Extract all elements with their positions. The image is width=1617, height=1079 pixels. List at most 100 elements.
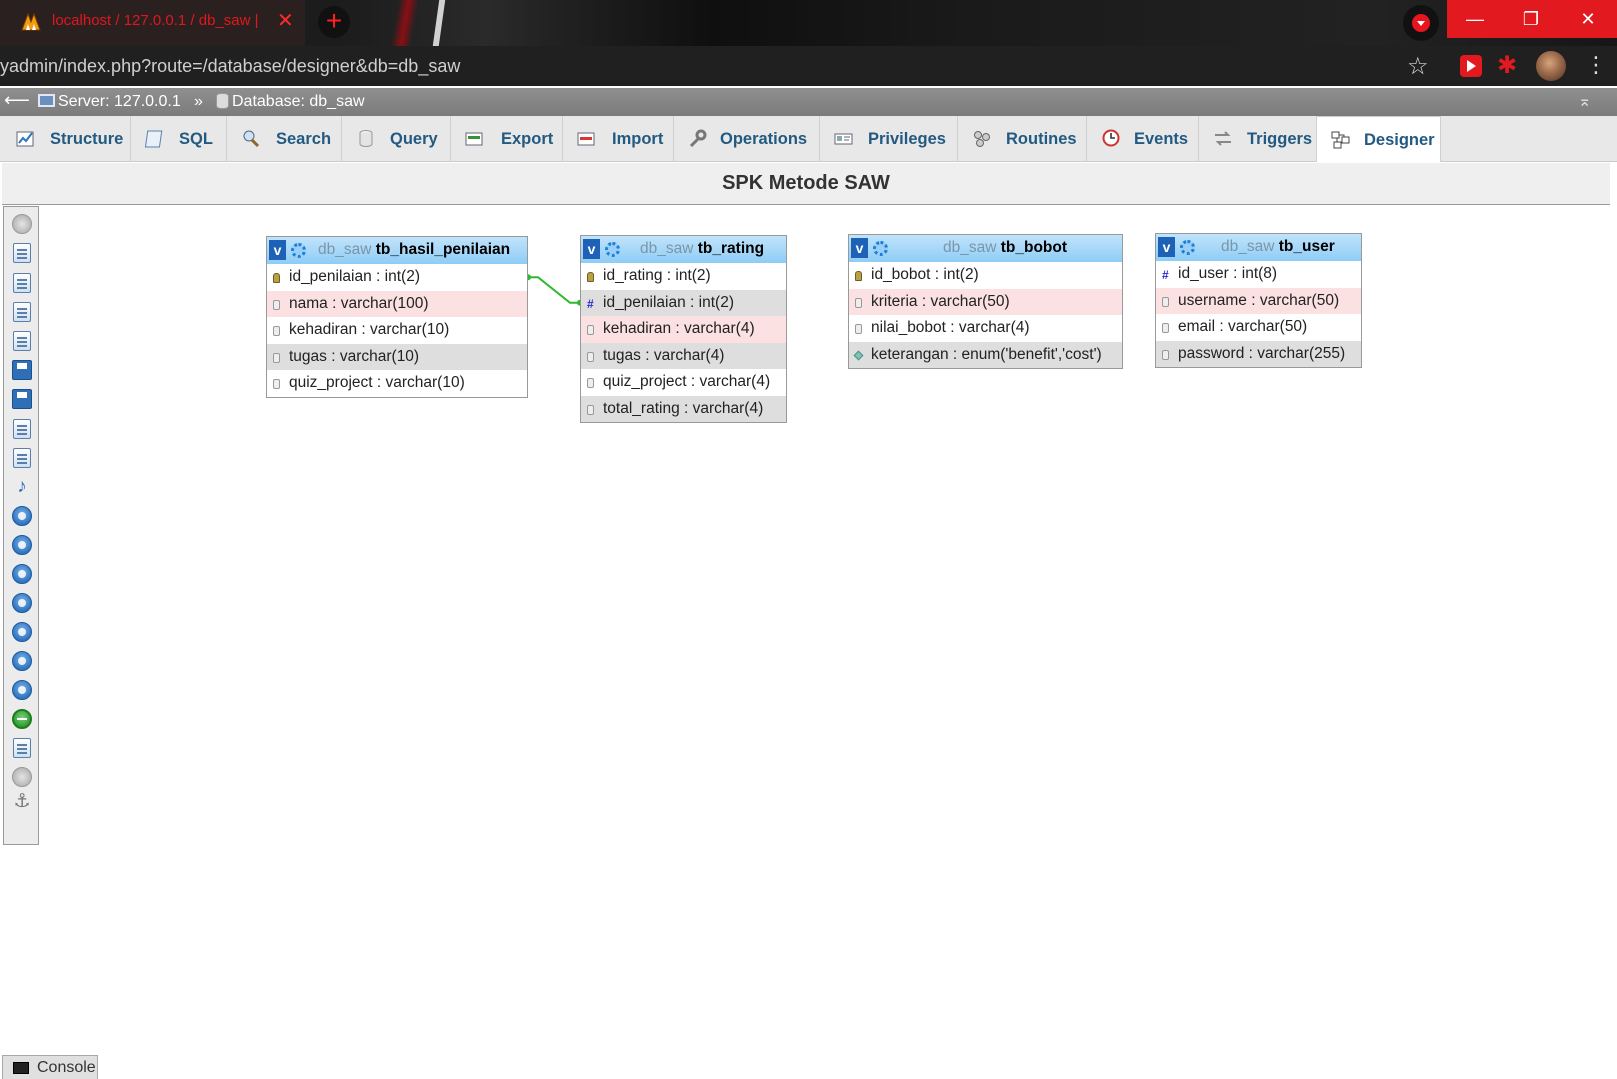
column-name: kriteria bbox=[871, 292, 918, 310]
table-column-row[interactable]: quiz_project : varchar(10) bbox=[267, 370, 527, 397]
choose-display-column-icon[interactable] bbox=[12, 506, 32, 526]
table-column-row[interactable]: # id_user : int(8) bbox=[1156, 261, 1361, 288]
table-column-row[interactable]: id_penilaian : int(2) bbox=[267, 264, 527, 291]
toggle-columns-icon[interactable]: v bbox=[269, 240, 286, 260]
tab-sql[interactable]: SQL bbox=[131, 116, 227, 162]
help-icon[interactable] bbox=[12, 564, 32, 584]
new-page-icon[interactable] bbox=[13, 302, 31, 322]
relation-lines-toggle-icon[interactable] bbox=[12, 709, 32, 729]
maximize-button[interactable]: ❐ bbox=[1503, 0, 1559, 38]
table-column-row[interactable]: id_bobot : int(2) bbox=[849, 262, 1122, 289]
table-column-row[interactable]: # id_penilaian : int(2) bbox=[581, 289, 786, 316]
tab-privileges[interactable]: Privileges bbox=[820, 116, 958, 162]
index-icon: # bbox=[1162, 268, 1169, 282]
column-type: varchar(50) bbox=[930, 292, 1010, 310]
designer-table-tb-hasil-penilaian[interactable]: v db_saw tb_hasil_penilaian id_penilaian… bbox=[266, 236, 528, 398]
toggle-columns-icon[interactable]: v bbox=[1158, 237, 1175, 257]
toggle-columns-icon[interactable]: v bbox=[851, 238, 868, 258]
table-header[interactable]: v db_saw tb_rating bbox=[581, 236, 786, 263]
delete-page-icon[interactable] bbox=[13, 419, 31, 439]
browser-menu-icon[interactable]: ⋮ bbox=[1585, 52, 1607, 78]
index-icon: # bbox=[587, 296, 594, 311]
tab-export[interactable]: Export bbox=[451, 116, 563, 162]
toggle-columns-icon[interactable]: v bbox=[583, 239, 600, 259]
table-column-row[interactable]: username : varchar(50) bbox=[1156, 287, 1361, 314]
tab-search[interactable]: Search bbox=[227, 116, 342, 162]
table-column-row[interactable]: tugas : varchar(4) bbox=[581, 342, 786, 369]
table-column-row[interactable]: total_rating : varchar(4) bbox=[581, 395, 786, 422]
new-tab-button[interactable]: + bbox=[318, 6, 350, 38]
table-column-row[interactable]: nama : varchar(100) bbox=[267, 290, 527, 317]
download-icon[interactable] bbox=[1403, 5, 1439, 41]
column-name: id_bobot bbox=[871, 266, 931, 283]
designer-table-tb-bobot[interactable]: v db_saw tb_bobot id_bobot : int(2) krite… bbox=[848, 234, 1123, 369]
designer-table-tb-rating[interactable]: v db_saw tb_rating id_rating : int(2) # id… bbox=[580, 235, 787, 423]
reload-icon[interactable] bbox=[12, 535, 32, 555]
tab-query[interactable]: Query bbox=[342, 116, 451, 162]
table-column-row[interactable]: quiz_project : varchar(4) bbox=[581, 369, 786, 396]
field-icon bbox=[587, 325, 594, 335]
snap-to-grid-icon[interactable] bbox=[12, 622, 32, 642]
export-icon bbox=[465, 132, 483, 146]
add-tables-icon[interactable] bbox=[13, 273, 31, 293]
console-button[interactable]: Console bbox=[2, 1055, 98, 1079]
tab-operations[interactable]: Operations bbox=[674, 116, 820, 162]
back-arrow-icon[interactable]: ⟵ bbox=[4, 90, 30, 111]
enum-field-icon bbox=[853, 350, 864, 360]
save-icon[interactable] bbox=[12, 360, 32, 380]
create-relationship-icon[interactable]: ♪ bbox=[12, 477, 32, 497]
tab-routines[interactable]: Routines bbox=[958, 116, 1087, 162]
column-type: int(2) bbox=[675, 267, 711, 284]
url-field[interactable]: yadmin/index.php?route=/database/designe… bbox=[0, 56, 460, 77]
pin-text-icon[interactable]: ⚓ bbox=[12, 792, 32, 812]
tab-close-icon[interactable]: ✕ bbox=[277, 9, 294, 33]
profile-avatar[interactable] bbox=[1536, 51, 1566, 81]
field-icon bbox=[855, 297, 862, 308]
breadcrumb-server[interactable]: Server: 127.0.0.1 bbox=[58, 93, 181, 111]
minimize-button[interactable]: — bbox=[1447, 0, 1503, 38]
table-column-row[interactable]: nilai_bobot : varchar(4) bbox=[849, 315, 1122, 342]
table-column-row[interactable]: kriteria : varchar(50) bbox=[849, 288, 1122, 315]
table-column-row[interactable]: email : varchar(50) bbox=[1156, 314, 1361, 341]
table-column-row[interactable]: kehadiran : varchar(4) bbox=[581, 316, 786, 343]
toggle-small-big-icon[interactable] bbox=[12, 680, 32, 700]
table-column-row[interactable]: password : varchar(255) bbox=[1156, 340, 1361, 367]
tab-structure[interactable]: Structure bbox=[2, 116, 131, 162]
table-options-icon[interactable] bbox=[605, 242, 620, 257]
bookmark-star-icon[interactable]: ☆ bbox=[1407, 52, 1429, 81]
table-header[interactable]: v db_saw tb_hasil_penilaian bbox=[267, 237, 527, 264]
table-header[interactable]: v db_saw tb_user bbox=[1156, 234, 1361, 261]
close-window-button[interactable]: ✕ bbox=[1559, 0, 1617, 38]
edit-page-icon[interactable] bbox=[13, 331, 31, 351]
tab-events[interactable]: Events bbox=[1087, 116, 1199, 162]
toggle-menu-icon[interactable] bbox=[12, 214, 32, 234]
tab-triggers[interactable]: Triggers bbox=[1199, 116, 1317, 162]
relation-line[interactable] bbox=[528, 276, 580, 304]
angular-links-icon[interactable] bbox=[12, 593, 32, 613]
table-column-row[interactable]: id_rating : int(2) bbox=[581, 263, 786, 290]
tab-import[interactable]: Import bbox=[563, 116, 674, 162]
small-big-all-icon[interactable] bbox=[12, 651, 32, 671]
designer-table-tb-user[interactable]: v db_saw tb_user # id_user : int(8) userna… bbox=[1155, 233, 1362, 368]
designer-canvas[interactable] bbox=[2, 206, 1610, 1079]
table-column-row[interactable]: keterangan : enum('benefit','cost') bbox=[849, 341, 1122, 368]
create-table-icon[interactable] bbox=[13, 448, 31, 468]
column-type: varchar(4) bbox=[692, 399, 764, 417]
extension-icon[interactable] bbox=[1460, 55, 1482, 77]
tab-designer[interactable]: Designer bbox=[1317, 116, 1441, 162]
table-options-icon[interactable] bbox=[291, 243, 306, 258]
browser-tab[interactable]: localhost / 127.0.0.1 / db_saw | p ✕ bbox=[0, 0, 305, 46]
table-options-icon[interactable] bbox=[1180, 240, 1195, 255]
table-column-row[interactable]: tugas : varchar(10) bbox=[267, 343, 527, 370]
breadcrumb-database[interactable]: Database: db_saw bbox=[232, 93, 365, 111]
collapse-top-icon[interactable]: ⌅ bbox=[1578, 91, 1591, 111]
move-menu-icon[interactable] bbox=[12, 767, 32, 787]
puzzle-extension-icon[interactable]: ✱ bbox=[1497, 53, 1517, 79]
table-column-row[interactable]: kehadiran : varchar(10) bbox=[267, 317, 527, 344]
column-separator: : bbox=[671, 320, 684, 337]
fullscreen-icon[interactable] bbox=[13, 243, 31, 263]
export-schema-icon[interactable] bbox=[13, 738, 31, 758]
save-as-icon[interactable] bbox=[12, 389, 32, 409]
table-header[interactable]: v db_saw tb_bobot bbox=[849, 235, 1122, 262]
table-options-icon[interactable] bbox=[873, 241, 888, 256]
